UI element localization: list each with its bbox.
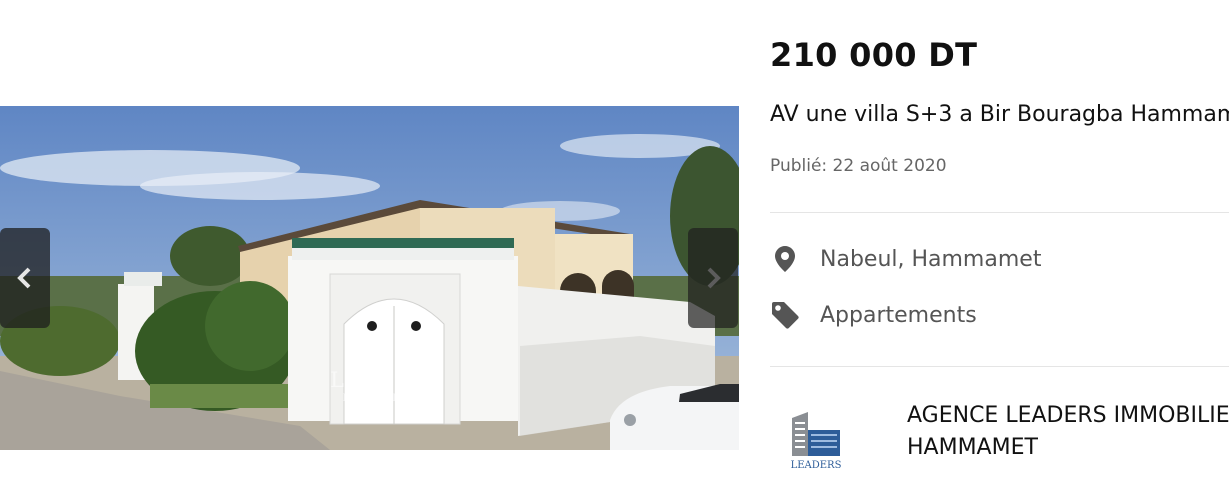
category-row: Appartements xyxy=(770,300,977,330)
location-text[interactable]: Nabeul, Hammamet xyxy=(820,247,1041,272)
published-date: Publié: 22 août 2020 xyxy=(770,156,947,176)
chevron-left-icon xyxy=(17,267,31,289)
agency-logo[interactable]: LEADERS xyxy=(786,408,846,478)
agency-logo-text: LEADERS xyxy=(791,460,842,471)
divider xyxy=(770,366,1229,367)
category-text[interactable]: Appartements xyxy=(820,303,977,328)
map-marker-icon xyxy=(770,244,800,274)
tag-icon xyxy=(770,300,800,330)
location-row: Nabeul, Hammamet xyxy=(770,244,1041,274)
property-photo-gallery[interactable]: LEADERS IMMOBILIER xyxy=(0,106,739,450)
listing-title: AV une villa S+3 a Bir Bouragba Hammamet xyxy=(770,102,1229,127)
gallery-next-button[interactable] xyxy=(688,228,738,328)
gallery-prev-button[interactable] xyxy=(0,228,50,328)
chevron-right-icon xyxy=(707,267,721,289)
agency-name-line2: HAMMAMET xyxy=(907,435,1038,460)
agency-name-line1: AGENCE LEADERS IMMOBILIER xyxy=(907,403,1229,428)
agency-name[interactable]: AGENCE LEADERS IMMOBILIER HAMMAMET xyxy=(907,400,1229,464)
listing-price: 210 000 DT xyxy=(770,36,978,74)
property-photo xyxy=(0,106,739,450)
divider xyxy=(770,212,1229,213)
